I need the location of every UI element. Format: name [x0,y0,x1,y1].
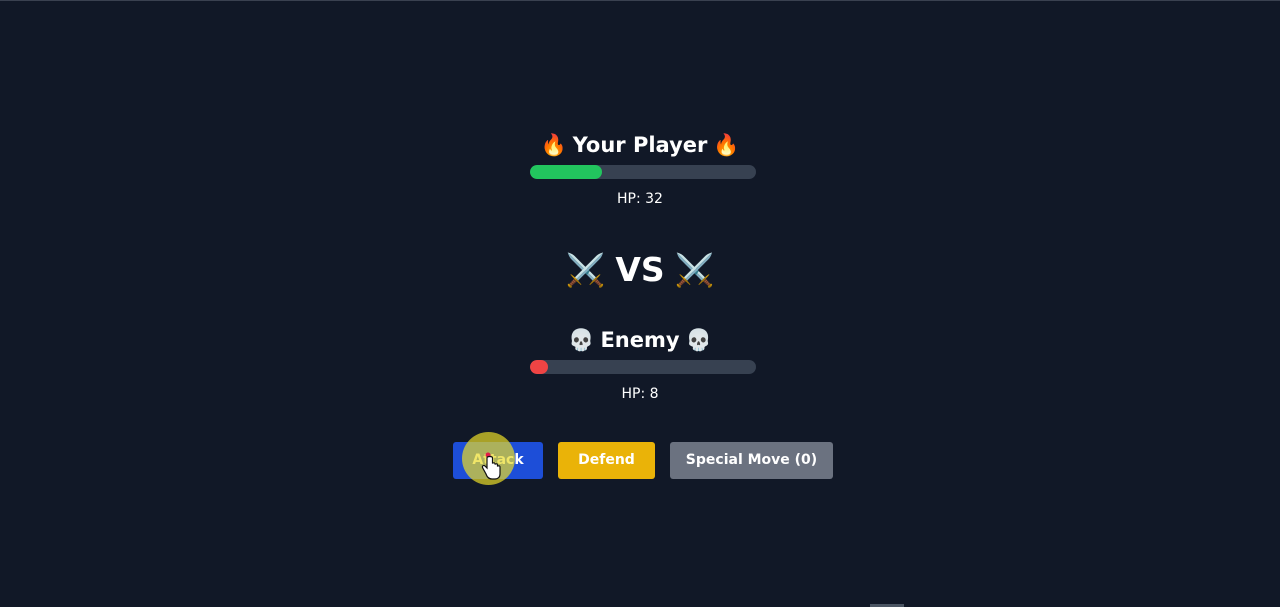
fire-icon: 🔥 [540,133,567,157]
enemy-name: Enemy [600,328,680,352]
player-hp-text: HP: 32 [617,191,663,207]
crossed-swords-icon: ⚔️ [674,250,715,289]
enemy-hp-bar [530,360,756,374]
enemy-hp-text: HP: 8 [621,386,659,402]
versus-text: VS [615,249,665,289]
skull-icon: 💀 [568,328,595,352]
crossed-swords-icon: ⚔️ [565,250,606,289]
player-hp-fill [530,165,603,179]
player-title: 🔥 Your Player 🔥 [0,131,1280,158]
special-move-button[interactable]: Special Move (0) [670,442,833,479]
attack-button[interactable]: Attack [453,442,543,479]
player-name: Your Player [572,133,708,157]
fire-icon: 🔥 [713,133,740,157]
defend-button[interactable]: Defend [558,442,655,479]
player-hp-bar [530,165,756,179]
versus-banner: ⚔️ VS ⚔️ [0,248,1280,290]
skull-icon: 💀 [685,328,712,352]
enemy-title: 💀 Enemy 💀 [0,326,1280,353]
enemy-hp-fill [530,360,549,374]
battle-screen: 🔥 Your Player 🔥 HP: 32 ⚔️ VS ⚔️ 💀 Enemy 💀 HP: … [0,0,1280,607]
